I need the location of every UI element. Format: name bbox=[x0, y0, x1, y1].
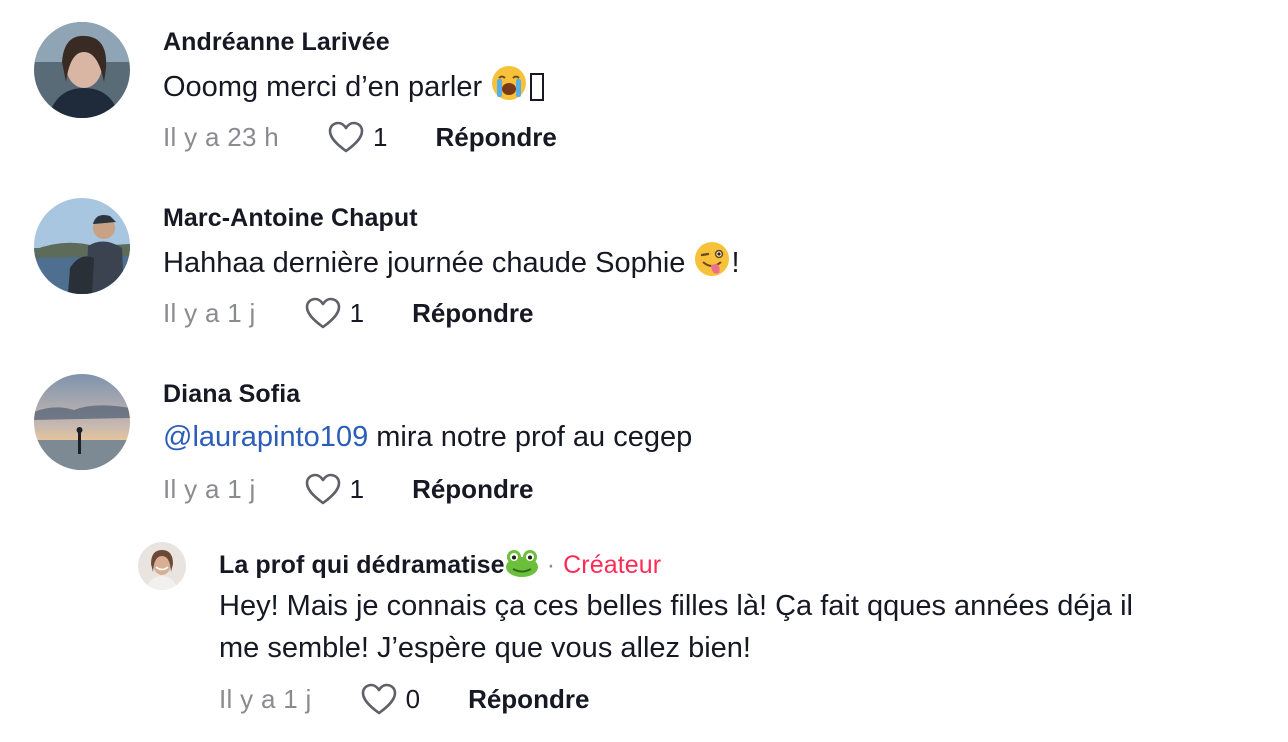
reply-button[interactable]: Répondre bbox=[436, 122, 557, 153]
heart-outline-icon bbox=[361, 683, 396, 715]
loudly-crying-face-emoji bbox=[490, 64, 528, 102]
reply-time: Il y a 1 j bbox=[219, 683, 312, 714]
comment-text: Hahhaa dernière journée chaude Sophie ! bbox=[163, 240, 740, 284]
comment-body: Hahhaa dernière journée chaude Sophie bbox=[163, 247, 686, 279]
avatar[interactable] bbox=[34, 22, 130, 118]
like-count: 1 bbox=[373, 121, 388, 152]
comment-body: mira notre prof au cegep bbox=[368, 421, 693, 453]
reply-text-line: Hey! Mais je connais ça ces belles fille… bbox=[219, 590, 1133, 622]
reply-text-line: me semble! J’espère que vous allez bien! bbox=[219, 632, 751, 664]
reply-button[interactable]: Répondre bbox=[412, 474, 533, 505]
avatar-image bbox=[34, 198, 130, 294]
missing-glyph-box bbox=[530, 73, 545, 101]
like-count: 0 bbox=[405, 683, 421, 714]
comment-body-suffix: ! bbox=[731, 247, 740, 279]
like-count: 1 bbox=[349, 297, 365, 328]
avatar-image bbox=[34, 374, 130, 470]
heart-outline-icon bbox=[305, 297, 340, 329]
avatar[interactable] bbox=[34, 374, 130, 470]
comment-author[interactable]: Diana Sofia bbox=[163, 380, 300, 409]
avatar-image bbox=[34, 22, 130, 118]
reply-text: Hey! Mais je connais ça ces belles fille… bbox=[219, 585, 1133, 669]
comment-time: Il y a 1 j bbox=[163, 473, 256, 504]
comment-meta: Il y a 1 j 1 Répondre bbox=[163, 472, 533, 506]
reply-meta: Il y a 1 j 0 Répondre bbox=[219, 682, 589, 716]
like-button[interactable]: 1 bbox=[327, 120, 388, 154]
comment-meta: Il y a 23 h 1 Répondre bbox=[163, 120, 557, 154]
comment-time: Il y a 23 h bbox=[163, 121, 280, 152]
avatar-image bbox=[138, 542, 186, 590]
mention-link[interactable]: @laurapinto109 bbox=[163, 421, 368, 453]
like-button[interactable]: 0 bbox=[360, 682, 420, 716]
separator-dot: · bbox=[546, 551, 556, 579]
reply-button[interactable]: Répondre bbox=[412, 298, 533, 329]
like-button[interactable]: 1 bbox=[304, 472, 364, 506]
avatar[interactable] bbox=[34, 198, 130, 294]
comment-text: @laurapinto109 mira notre prof au cegep bbox=[163, 416, 692, 458]
like-button[interactable]: 1 bbox=[304, 296, 364, 330]
reply-author-name[interactable]: La prof qui dédramatise bbox=[219, 551, 505, 579]
comment-body: Ooomg merci d’en parler bbox=[163, 71, 483, 103]
comment-text: Ooomg merci d’en parler bbox=[163, 64, 545, 108]
frog-emoji bbox=[505, 548, 539, 578]
avatar[interactable] bbox=[138, 542, 186, 590]
heart-outline-icon bbox=[328, 121, 364, 153]
creator-badge: Créateur bbox=[563, 551, 662, 579]
reply-button[interactable]: Répondre bbox=[468, 684, 589, 715]
comment-time: Il y a 1 j bbox=[163, 297, 256, 328]
comment-author[interactable]: Marc-Antoine Chaput bbox=[163, 204, 418, 233]
heart-outline-icon bbox=[305, 473, 340, 505]
comment-meta: Il y a 1 j 1 Répondre bbox=[163, 296, 533, 330]
winking-face-with-tongue-emoji bbox=[693, 240, 731, 278]
reply-author: La prof qui dédramatise · Créateur bbox=[219, 548, 661, 580]
comment-author[interactable]: Andréanne Larivée bbox=[163, 28, 390, 57]
like-count: 1 bbox=[349, 473, 365, 504]
